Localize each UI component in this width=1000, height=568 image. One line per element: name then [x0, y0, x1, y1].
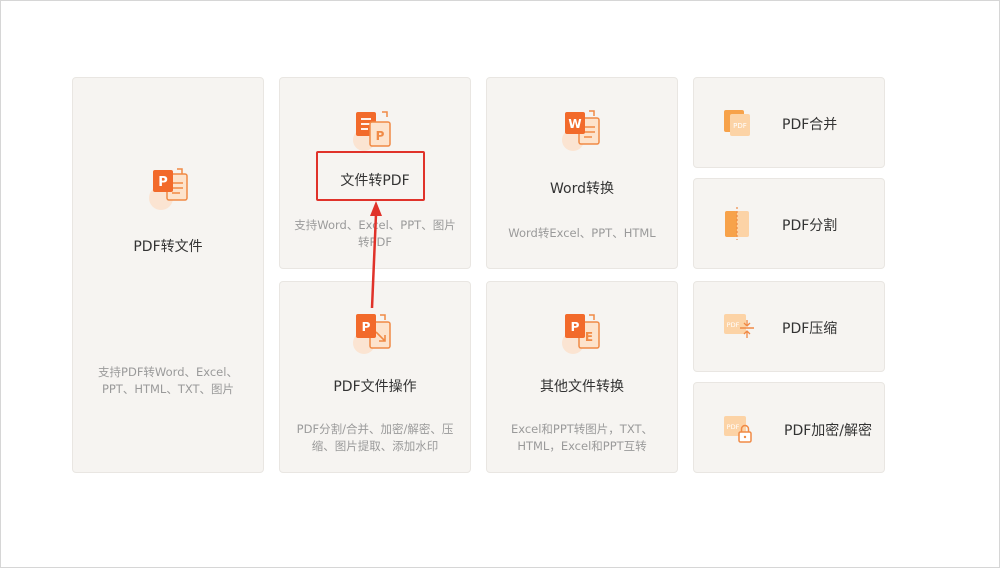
svg-text:P: P	[376, 129, 385, 143]
card-pdf-merge[interactable]: PDF PDF合并	[693, 77, 885, 168]
card-description: Excel和PPT转图片，TXT、HTML，Excel和PPT互转	[510, 422, 654, 453]
card-pdf-operations[interactable]: P PDF文件操作 PDF分割/合并、加密/解密、压缩、图片提取、添加水印	[279, 281, 471, 473]
svg-text:PDF: PDF	[727, 321, 740, 329]
file-to-pdf-icon: P	[352, 108, 400, 156]
pdf-split-icon	[722, 206, 756, 240]
word-file-icon: W	[561, 108, 609, 156]
card-description: PDF分割/合并、加密/解密、压缩、图片提取、添加水印	[296, 422, 454, 453]
card-title: PDF压缩	[782, 321, 838, 337]
pdf-operation-icon: P	[352, 310, 400, 358]
pdf-merge-icon: PDF	[722, 106, 756, 140]
excel-file-icon: E P	[561, 310, 609, 358]
pdf-lock-icon: PDF	[722, 412, 756, 446]
ppt-file-icon: P	[147, 166, 195, 214]
highlight-box	[316, 151, 425, 201]
card-title: 其他文件转换	[540, 379, 624, 395]
svg-text:PDF: PDF	[727, 423, 740, 431]
card-description: 支持PDF转Word、Excel、PPT、HTML、TXT、图片	[98, 365, 238, 396]
svg-text:P: P	[571, 320, 580, 334]
card-pdf-compress[interactable]: PDF PDF压缩	[693, 281, 885, 372]
svg-text:E: E	[585, 330, 593, 344]
card-word-convert[interactable]: W Word转换 Word转Excel、PPT、HTML	[486, 77, 678, 269]
card-pdf-encrypt[interactable]: PDF PDF加密/解密	[693, 382, 885, 473]
pdf-compress-icon: PDF	[722, 310, 756, 344]
svg-text:P: P	[362, 320, 371, 334]
card-other-convert[interactable]: E P 其他文件转换 Excel和PPT转图片，TXT、HTML，Excel和P…	[486, 281, 678, 473]
card-title: PDF分割	[782, 218, 838, 234]
card-title: PDF文件操作	[333, 379, 417, 395]
card-description: 支持Word、Excel、PPT、图片转PDF	[294, 218, 456, 249]
card-pdf-split[interactable]: PDF分割	[693, 178, 885, 269]
svg-text:W: W	[568, 117, 581, 131]
card-title: PDF合并	[782, 117, 838, 133]
svg-text:P: P	[158, 175, 168, 190]
card-description: Word转Excel、PPT、HTML	[508, 226, 656, 240]
card-pdf-to-file[interactable]: P PDF转文件 支持PDF转Word、Excel、PPT、HTML、TXT、图…	[72, 77, 264, 473]
card-title: Word转换	[550, 181, 614, 197]
card-title: PDF转文件	[133, 239, 203, 255]
svg-text:PDF: PDF	[733, 122, 747, 130]
card-title: PDF加密/解密	[784, 423, 872, 439]
